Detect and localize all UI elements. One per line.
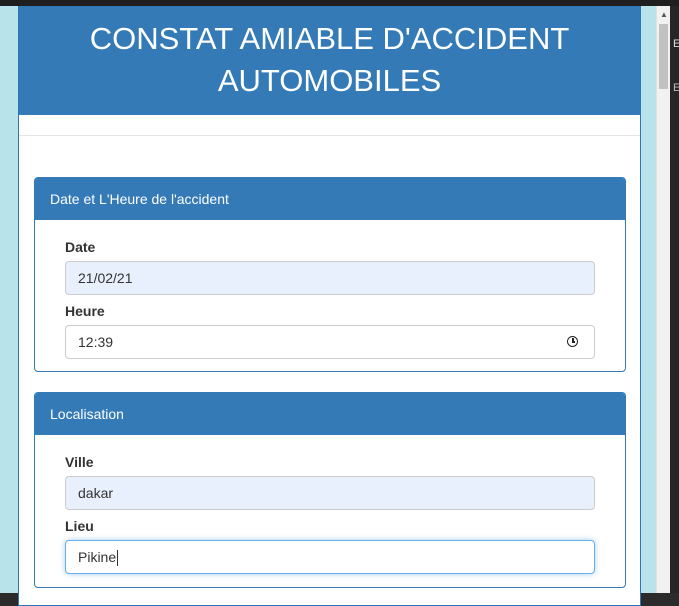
panel-heading-datetime: Date et L'Heure de l'accident <box>35 178 625 220</box>
edge-text: E <box>673 82 679 94</box>
place-label: Lieu <box>65 518 94 534</box>
text-caret <box>117 550 119 567</box>
accident-report-modal: CONSTAT AMIABLE D'ACCIDENT AUTOMOBILES D… <box>18 6 641 606</box>
location-panel: Localisation Ville dakar Lieu Pikine <box>34 392 626 588</box>
edge-text: E <box>673 38 679 50</box>
scroll-up-arrow-icon[interactable]: ▲ <box>657 10 671 20</box>
clock-icon[interactable] <box>567 336 578 347</box>
adjacent-window-edge <box>670 6 679 593</box>
time-label: Heure <box>65 303 105 319</box>
page-background-left <box>0 6 18 593</box>
panel-body: Date 21/02/21 Heure 12:39 <box>35 220 625 359</box>
city-label: Ville <box>65 454 94 470</box>
panel-body: Ville dakar Lieu Pikine <box>35 435 625 574</box>
place-input[interactable]: Pikine <box>65 540 595 574</box>
datetime-panel: Date et L'Heure de l'accident Date 21/02… <box>34 177 626 372</box>
page-title-line-2: AUTOMOBILES <box>217 63 442 98</box>
city-value: dakar <box>78 485 114 501</box>
vertical-scrollbar[interactable]: ▲ <box>656 6 670 593</box>
date-value: 21/02/21 <box>78 270 133 286</box>
page-title-line-1: CONSTAT AMIABLE D'ACCIDENT <box>89 21 570 56</box>
page-background-right <box>641 6 656 593</box>
city-input[interactable]: dakar <box>65 476 595 510</box>
time-value: 12:39 <box>78 334 114 350</box>
date-input[interactable]: 21/02/21 <box>65 261 595 295</box>
time-input[interactable]: 12:39 <box>65 325 595 359</box>
date-label: Date <box>65 239 96 255</box>
header-divider <box>19 115 640 136</box>
panel-heading-location: Localisation <box>35 393 625 435</box>
scrollbar-thumb[interactable] <box>659 24 668 89</box>
place-value: Pikine <box>78 549 117 565</box>
modal-header: CONSTAT AMIABLE D'ACCIDENT AUTOMOBILES <box>19 7 640 115</box>
